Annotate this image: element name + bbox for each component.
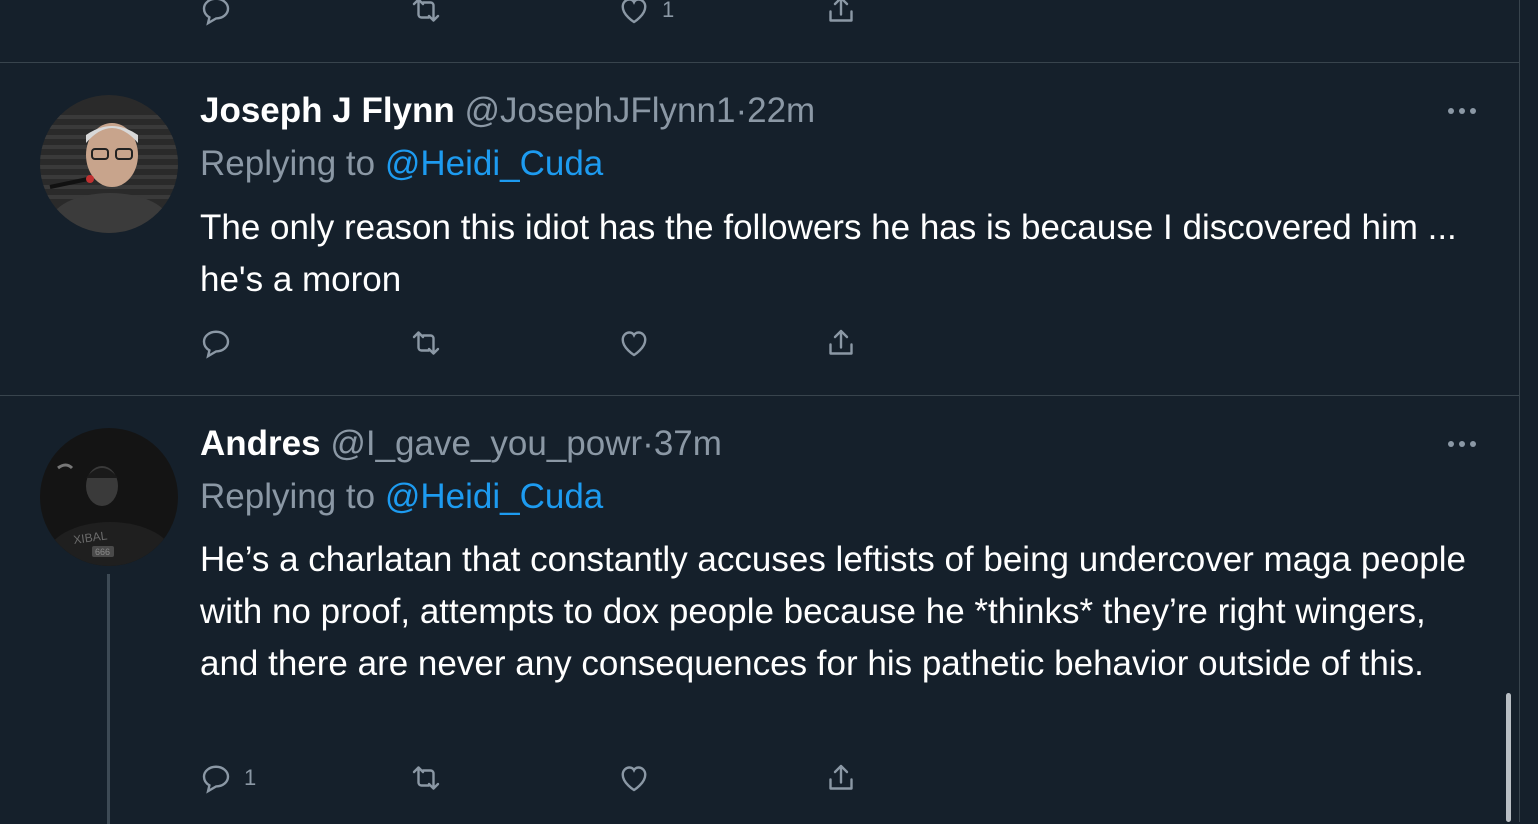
retweet-button[interactable]: [408, 760, 444, 796]
reply-icon: [202, 765, 230, 794]
reply-icon: [202, 330, 230, 359]
like-button[interactable]: [616, 760, 652, 796]
tweet-text: The only reason this idiot has the follo…: [200, 208, 1457, 299]
share-button[interactable]: [823, 760, 859, 796]
reply-button[interactable]: 1: [198, 760, 256, 796]
tweet-header: Andres @I_gave_you_powr·37m: [200, 422, 722, 466]
reply-count: 1: [244, 765, 257, 790]
replying-to-line: Replying to @Heidi_Cuda: [200, 475, 603, 519]
scrollbar-thumb[interactable]: [1506, 693, 1511, 822]
tweet[interactable]: Joseph J Flynn @JosephJFlynn1·22m Replyi…: [0, 63, 1519, 395]
heart-icon: [621, 766, 647, 792]
tweet[interactable]: XIBAL 666 Andres @I_gave_you_powr·37m Re…: [0, 396, 1519, 824]
author-name[interactable]: Andres: [200, 424, 321, 463]
thread-connector-line: [107, 574, 110, 824]
heart-icon: [621, 0, 647, 24]
replying-to-mention[interactable]: @Heidi_Cuda: [385, 477, 603, 516]
share-icon: [829, 0, 853, 22]
avatar[interactable]: XIBAL 666: [40, 428, 178, 566]
replying-to-label: Replying to: [200, 144, 376, 183]
more-options-button[interactable]: [1440, 89, 1484, 133]
share-icon: [829, 764, 853, 790]
avatar[interactable]: [40, 95, 178, 233]
author-name[interactable]: Joseph J Flynn: [200, 91, 455, 130]
retweet-icon: [412, 0, 440, 22]
share-button[interactable]: [823, 0, 859, 28]
retweet-icon: [412, 766, 440, 790]
replying-to-mention[interactable]: @Heidi_Cuda: [385, 144, 603, 183]
more-options-button[interactable]: [1440, 422, 1484, 466]
retweet-button[interactable]: [408, 0, 444, 28]
replying-to-label: Replying to: [200, 477, 376, 516]
like-button[interactable]: 1: [616, 0, 674, 28]
more-icon: [1448, 108, 1476, 114]
author-handle[interactable]: @I_gave_you_powr: [330, 424, 642, 463]
heart-icon: [621, 331, 647, 357]
separator-dot: ·: [735, 91, 748, 130]
avatar-photo: XIBAL 666: [40, 428, 178, 566]
avatar-badge-text: 666: [95, 547, 110, 557]
timeline-column: 1 Joseph J Flynn @JosephJFlynn1·22m Repl…: [0, 0, 1520, 824]
avatar-photo: [40, 95, 178, 233]
like-button[interactable]: [616, 325, 652, 361]
more-icon: [1448, 441, 1476, 447]
like-count: 1: [662, 0, 675, 22]
share-button[interactable]: [823, 325, 859, 361]
reply-button[interactable]: [198, 0, 234, 28]
share-icon: [829, 329, 853, 355]
retweet-button[interactable]: [408, 325, 444, 361]
reply-icon: [202, 0, 230, 26]
separator-dot: ·: [642, 424, 654, 463]
tweet-header: Joseph J Flynn @JosephJFlynn1·22m: [200, 89, 815, 133]
author-handle[interactable]: @JosephJFlynn1: [465, 91, 736, 130]
tweet-timestamp[interactable]: 22m: [747, 91, 815, 130]
reply-button[interactable]: [198, 325, 234, 361]
tweet-text: He’s a charlatan that constantly accuses…: [200, 540, 1466, 683]
retweet-icon: [412, 331, 440, 355]
replying-to-line: Replying to @Heidi_Cuda: [200, 142, 603, 186]
tweet-timestamp[interactable]: 37m: [654, 424, 722, 463]
